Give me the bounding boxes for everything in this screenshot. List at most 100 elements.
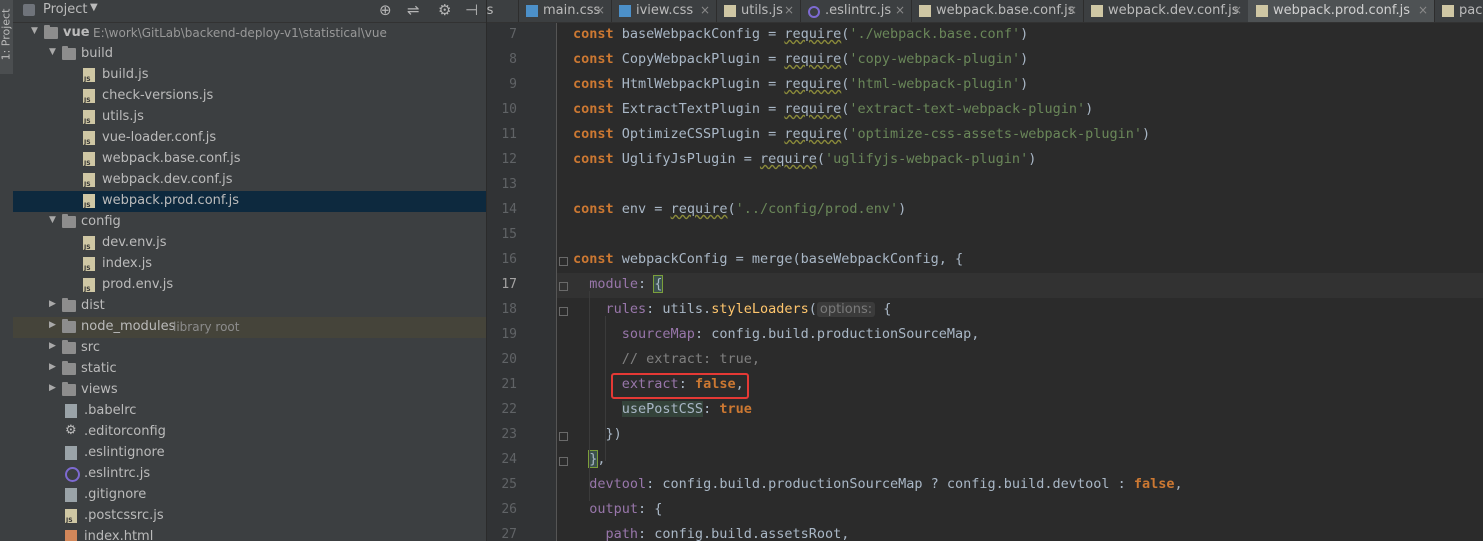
code-line[interactable]: const UglifyJsPlugin = require('uglifyjs…: [573, 151, 1036, 167]
code-line[interactable]: const CopyWebpackPlugin = require('copy-…: [573, 51, 1028, 67]
tree-item-label: build: [81, 46, 113, 61]
target-icon[interactable]: ⊕: [379, 1, 392, 19]
tree-item-index-html[interactable]: index.html: [13, 527, 486, 541]
close-icon[interactable]: ×: [1418, 3, 1428, 17]
tab-label: utils.js: [741, 3, 783, 18]
collapse-arrow-icon[interactable]: ▶: [49, 299, 59, 309]
tree-item-node-modules[interactable]: ▶ node_modules library root: [13, 317, 486, 338]
tree-item-build-js[interactable]: build.js: [13, 65, 486, 86]
tree-item-prod-env-js[interactable]: prod.env.js: [13, 275, 486, 296]
collapse-arrow-icon[interactable]: ▶: [49, 341, 59, 351]
code-line[interactable]: extract: false,: [573, 376, 744, 392]
code-token: merge(baseWebpackConfig, {: [751, 251, 964, 267]
hide-icon[interactable]: ⊣: [465, 1, 478, 19]
tree-item-utils-js[interactable]: utils.js: [13, 107, 486, 128]
gear-icon[interactable]: ⚙: [438, 1, 451, 19]
code-token: webpackConfig =: [621, 251, 752, 267]
code-token: env =: [621, 201, 671, 217]
tree-item-views[interactable]: ▶ views: [13, 380, 486, 401]
tab-pack[interactable]: pack: [1434, 0, 1483, 22]
tab-main-css[interactable]: main.css ×: [518, 0, 612, 22]
tree-item-webpack-prod-conf-js[interactable]: webpack.prod.conf.js: [13, 191, 486, 212]
config-file-icon: [65, 404, 77, 418]
tab-eslintrc-js[interactable]: .eslintrc.js ×: [800, 0, 912, 22]
tab-webpack-base-conf-js[interactable]: webpack.base.conf.js ×: [911, 0, 1084, 22]
code-token: ExtractTextPlugin =: [621, 101, 785, 117]
fold-marker-icon[interactable]: [559, 432, 568, 441]
js-file-icon: [83, 131, 95, 146]
code-line[interactable]: devtool: config.build.productionSourceMa…: [573, 476, 1182, 492]
tree-item-check-versions-js[interactable]: check-versions.js: [13, 86, 486, 107]
tree-item-dev-env-js[interactable]: dev.env.js: [13, 233, 486, 254]
tree-item-editorconfig[interactable]: ⚙ .editorconfig: [13, 422, 486, 443]
tree-item-webpack-base-conf-js[interactable]: webpack.base.conf.js: [13, 149, 486, 170]
code-line[interactable]: module: {: [573, 275, 664, 293]
code-line[interactable]: path: config.build.assetsRoot,: [573, 526, 850, 541]
code-line[interactable]: const ExtractTextPlugin = require('extra…: [573, 101, 1093, 117]
code-editor[interactable]: 7 const baseWebpackConfig = require('./we…: [487, 23, 1483, 541]
tree-item-dist[interactable]: ▶ dist: [13, 296, 486, 317]
project-tool-label: 1: Project: [0, 8, 13, 61]
code-line[interactable]: // extract: true,: [573, 351, 760, 367]
code-line[interactable]: output: {: [573, 501, 662, 517]
tree-item-label: check-versions.js: [102, 88, 214, 103]
tree-item-label: .editorconfig: [84, 424, 166, 439]
collapse-arrow-icon[interactable]: ▶: [49, 362, 59, 372]
tree-item-babelrc[interactable]: .babelrc: [13, 401, 486, 422]
tab-iview-css[interactable]: iview.css ×: [611, 0, 717, 22]
project-view-selector[interactable]: Project: [43, 2, 87, 17]
close-icon[interactable]: ×: [1067, 3, 1077, 17]
code-line[interactable]: const webpackConfig = merge(baseWebpackC…: [573, 251, 963, 267]
code-line[interactable]: rules: utils.styleLoaders(options: {: [573, 301, 891, 317]
fold-marker-icon[interactable]: [559, 282, 568, 291]
fold-marker-icon[interactable]: [559, 307, 568, 316]
tab-utils-js[interactable]: utils.js ×: [716, 0, 801, 22]
tab-webpack-prod-conf-js[interactable]: webpack.prod.conf.js ×: [1248, 0, 1435, 22]
code-token: require: [784, 51, 842, 67]
close-icon[interactable]: ×: [1232, 3, 1242, 17]
line-number: 20: [501, 352, 517, 367]
close-icon[interactable]: ×: [784, 3, 794, 17]
code-line[interactable]: sourceMap: config.build.productionSource…: [573, 326, 980, 342]
fold-marker-icon[interactable]: [559, 457, 568, 466]
close-icon[interactable]: ×: [595, 3, 605, 17]
project-tool-button[interactable]: 1: Project: [0, 0, 13, 74]
tree-item-eslintrc-js[interactable]: .eslintrc.js: [13, 464, 486, 485]
tree-item-label: .eslintrc.js: [84, 466, 151, 481]
collapse-icon[interactable]: ⇌: [407, 1, 420, 19]
tree-item-index-js[interactable]: index.js: [13, 254, 486, 275]
code-token: CopyWebpackPlugin =: [621, 51, 785, 67]
expand-arrow-icon[interactable]: ▼: [31, 26, 41, 36]
code-line[interactable]: usePostCSS: true: [573, 401, 752, 417]
chevron-down-icon[interactable]: ▼: [90, 2, 98, 13]
fold-marker-icon[interactable]: [559, 257, 568, 266]
close-icon[interactable]: ×: [895, 3, 905, 17]
tree-item-vue[interactable]: ▼ vue E:\work\GitLab\backend-deploy-v1\sta…: [13, 23, 486, 44]
code-token: baseWebpackConfig =: [621, 26, 785, 42]
collapse-arrow-icon[interactable]: ▶: [49, 383, 59, 393]
code-token: require: [784, 101, 842, 117]
code-line[interactable]: const HtmlWebpackPlugin = require('html-…: [573, 76, 1028, 92]
collapse-arrow-icon[interactable]: ▶: [49, 320, 59, 330]
tree-item-eslintignore[interactable]: .eslintignore: [13, 443, 486, 464]
tab-js[interactable]: js: [487, 0, 519, 22]
tree-item-config[interactable]: ▼ config: [13, 212, 486, 233]
code-line[interactable]: const env = require('../config/prod.env'…: [573, 201, 906, 217]
tree-item-build[interactable]: ▼ build: [13, 44, 486, 65]
line-number: 24: [501, 452, 517, 467]
code-token: (: [816, 151, 825, 167]
tree-item-src[interactable]: ▶ src: [13, 338, 486, 359]
tree-item-gitignore[interactable]: .gitignore: [13, 485, 486, 506]
expand-arrow-icon[interactable]: ▼: [49, 215, 59, 225]
code-line[interactable]: const OptimizeCSSPlugin = require('optim…: [573, 126, 1150, 142]
tree-item-static[interactable]: ▶ static: [13, 359, 486, 380]
tree-item-vue-loader-conf-js[interactable]: vue-loader.conf.js: [13, 128, 486, 149]
expand-arrow-icon[interactable]: ▼: [49, 47, 59, 57]
code-line[interactable]: }): [573, 426, 622, 442]
code-line[interactable]: const baseWebpackConfig = require('./web…: [573, 26, 1028, 42]
code-token: 'optimize-css-assets-webpack-plugin': [849, 126, 1142, 142]
tree-item-postcssrc-js[interactable]: .postcssrc.js: [13, 506, 486, 527]
tree-item-webpack-dev-conf-js[interactable]: webpack.dev.conf.js: [13, 170, 486, 191]
tab-webpack-dev-conf-js[interactable]: webpack.dev.conf.js ×: [1083, 0, 1249, 22]
close-icon[interactable]: ×: [700, 3, 710, 17]
